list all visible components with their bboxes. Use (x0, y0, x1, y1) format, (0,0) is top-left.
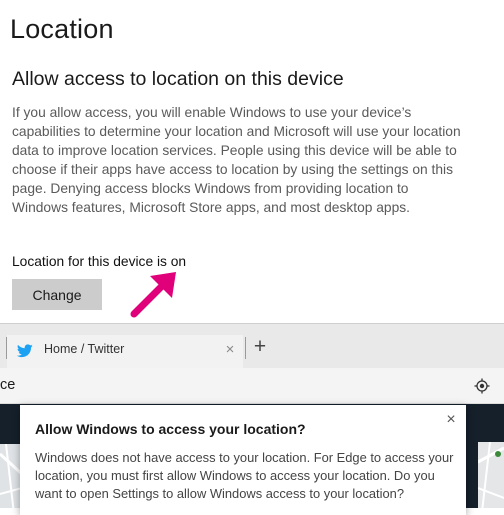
twitter-icon (17, 344, 33, 358)
tab-twitter[interactable]: Home / Twitter × (7, 335, 243, 369)
location-settings-page: Location Allow access to location on thi… (0, 0, 504, 323)
change-button[interactable]: Change (12, 279, 102, 310)
address-input[interactable]: ce (0, 377, 15, 393)
tab-divider (245, 337, 246, 359)
location-description: If you allow access, you will enable Win… (12, 105, 461, 215)
dialog-close-icon[interactable]: × (441, 409, 461, 431)
address-bar[interactable]: ce (0, 368, 504, 404)
annotation-arrow-icon (130, 272, 176, 318)
location-icon[interactable] (474, 378, 490, 394)
map-image (478, 442, 504, 508)
edge-browser-window: Home / Twitter × + ce Allow Windows to a… (0, 323, 504, 515)
map-image (0, 444, 22, 508)
tab-close-icon[interactable]: × (223, 340, 237, 360)
dialog-message: Windows does not have access to your loc… (35, 450, 454, 501)
new-tab-button[interactable]: + (251, 336, 269, 357)
tab-title: Home / Twitter (44, 342, 125, 356)
section-title: Allow access to location on this device (12, 68, 344, 90)
dialog-title: Allow Windows to access your location? (35, 421, 306, 437)
page-title: Location (10, 14, 114, 44)
tab-strip: Home / Twitter × + (0, 323, 504, 369)
location-permission-dialog: Allow Windows to access your location? ×… (20, 405, 466, 515)
